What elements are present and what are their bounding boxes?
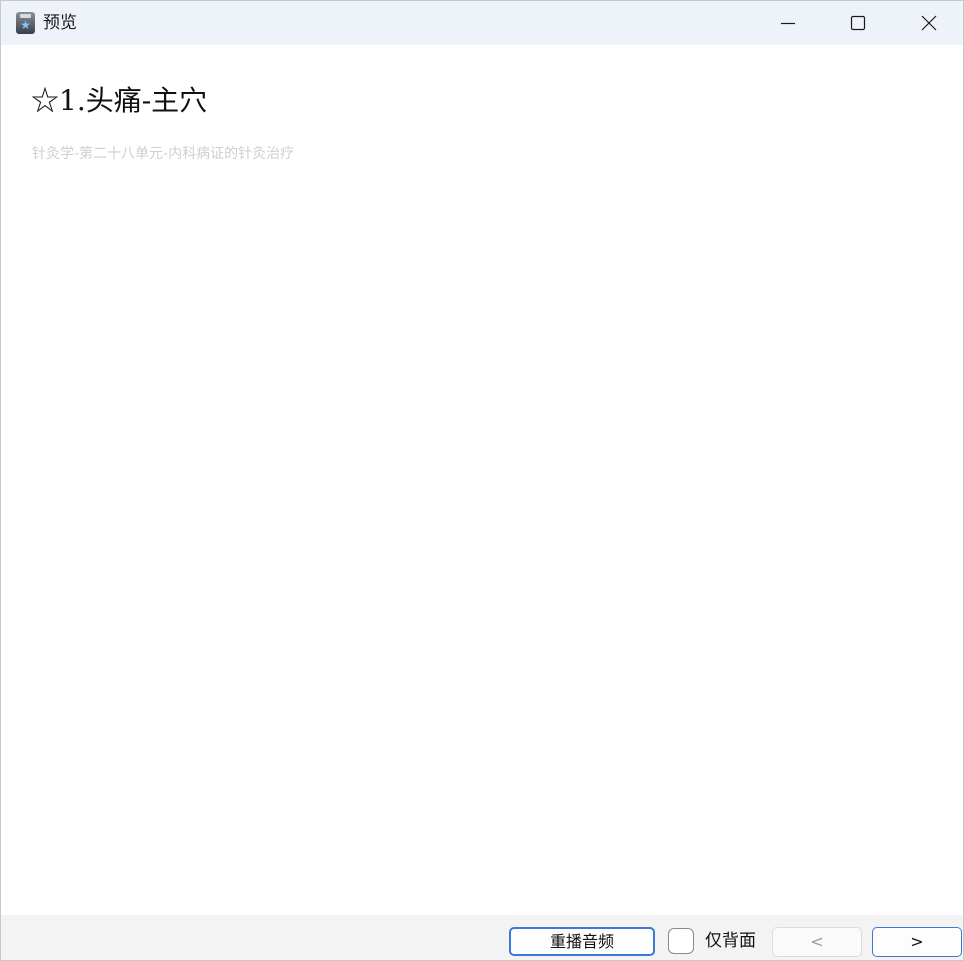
replay-audio-button[interactable]: 重播音频 — [509, 927, 655, 956]
minimize-icon — [781, 22, 795, 25]
next-card-button[interactable]: > — [872, 927, 962, 957]
previous-card-button[interactable]: < — [772, 927, 862, 957]
card-preview-area: ☆1.头痛-主穴 针灸学-第二十八单元-内科病证的针灸治疗 — [1, 45, 963, 915]
back-only-checkbox[interactable] — [668, 928, 694, 954]
bottom-toolbar: 重播音频 仅背面 < > — [1, 915, 963, 960]
maximize-icon — [850, 15, 866, 31]
card-title: ☆1.头痛-主穴 — [31, 84, 208, 117]
star-icon: ★ — [20, 18, 31, 32]
maximize-button[interactable] — [823, 1, 893, 45]
card-deck-path: 针灸学-第二十八单元-内科病证的针灸治疗 — [32, 146, 295, 162]
minimize-button[interactable] — [753, 1, 823, 45]
preview-window: ★ 预览 ☆1.头痛-主穴 针灸学-第二十八单元-内科病证的针灸治疗 重播音频 … — [0, 0, 964, 961]
window-title: 预览 — [43, 13, 77, 33]
title-bar[interactable]: ★ 预览 — [1, 1, 963, 45]
back-only-label[interactable]: 仅背面 — [705, 929, 756, 953]
app-icon: ★ — [16, 12, 35, 34]
close-icon — [921, 15, 937, 31]
close-button[interactable] — [893, 1, 963, 45]
